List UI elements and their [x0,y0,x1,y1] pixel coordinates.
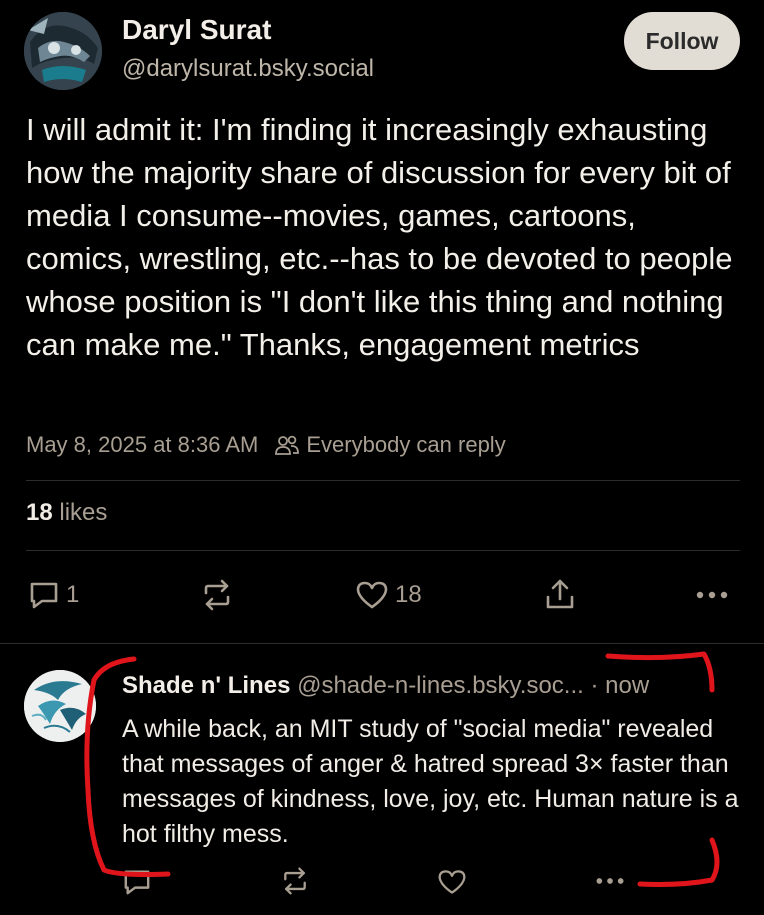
post-text: I will admit it: I'm finding it increasi… [26,112,733,362]
repost-button[interactable] [200,578,234,612]
reply-header: Shade n' Lines @shade-n-lines.bsky.soc..… [122,672,649,700]
reply-count: 1 [66,581,80,608]
reply-icon [122,868,152,896]
repost-icon [200,579,234,611]
like-button[interactable]: 18 [355,578,422,612]
like-icon [355,580,389,610]
people-icon [274,434,300,456]
share-button[interactable] [543,576,577,612]
repost-icon [280,866,310,896]
more-icon [694,590,730,600]
post-timestamp[interactable]: May 8, 2025 at 8:36 AM [26,432,258,458]
divider [26,550,740,551]
reply-button[interactable]: 1 [28,578,79,612]
author-avatar[interactable] [24,12,102,90]
like-icon [437,868,467,896]
reply-author-handle[interactable]: @shade-n-lines.bsky.soc... [297,672,584,699]
share-icon [543,577,577,611]
author-handle[interactable]: @darylsurat.bsky.social [122,55,374,83]
reply-author-name[interactable]: Shade n' Lines [122,672,290,699]
more-button[interactable] [694,586,730,604]
follow-button[interactable]: Follow [624,12,740,70]
reply-time[interactable]: · now [590,672,649,699]
reply-setting[interactable]: Everybody can reply [306,432,505,458]
thread-divider [0,643,764,644]
reply-more-button[interactable] [594,876,626,886]
reply-reply-button[interactable] [122,868,152,896]
divider [26,480,740,481]
reply-like-button[interactable] [437,868,467,896]
more-icon [594,876,626,886]
likes-count: 18 [26,499,53,526]
reply-text: A while back, an MIT study of "social me… [122,715,739,848]
reply-repost-button[interactable] [280,866,310,896]
author-name[interactable]: Daryl Surat [122,14,271,46]
post-meta: May 8, 2025 at 8:36 AM Everybody can rep… [26,429,506,461]
reply-icon [28,580,60,610]
like-count: 18 [395,581,422,608]
reply-author-avatar[interactable] [24,670,96,742]
likes-label: likes [59,499,108,526]
likes-summary[interactable]: 18 likes [26,499,107,527]
